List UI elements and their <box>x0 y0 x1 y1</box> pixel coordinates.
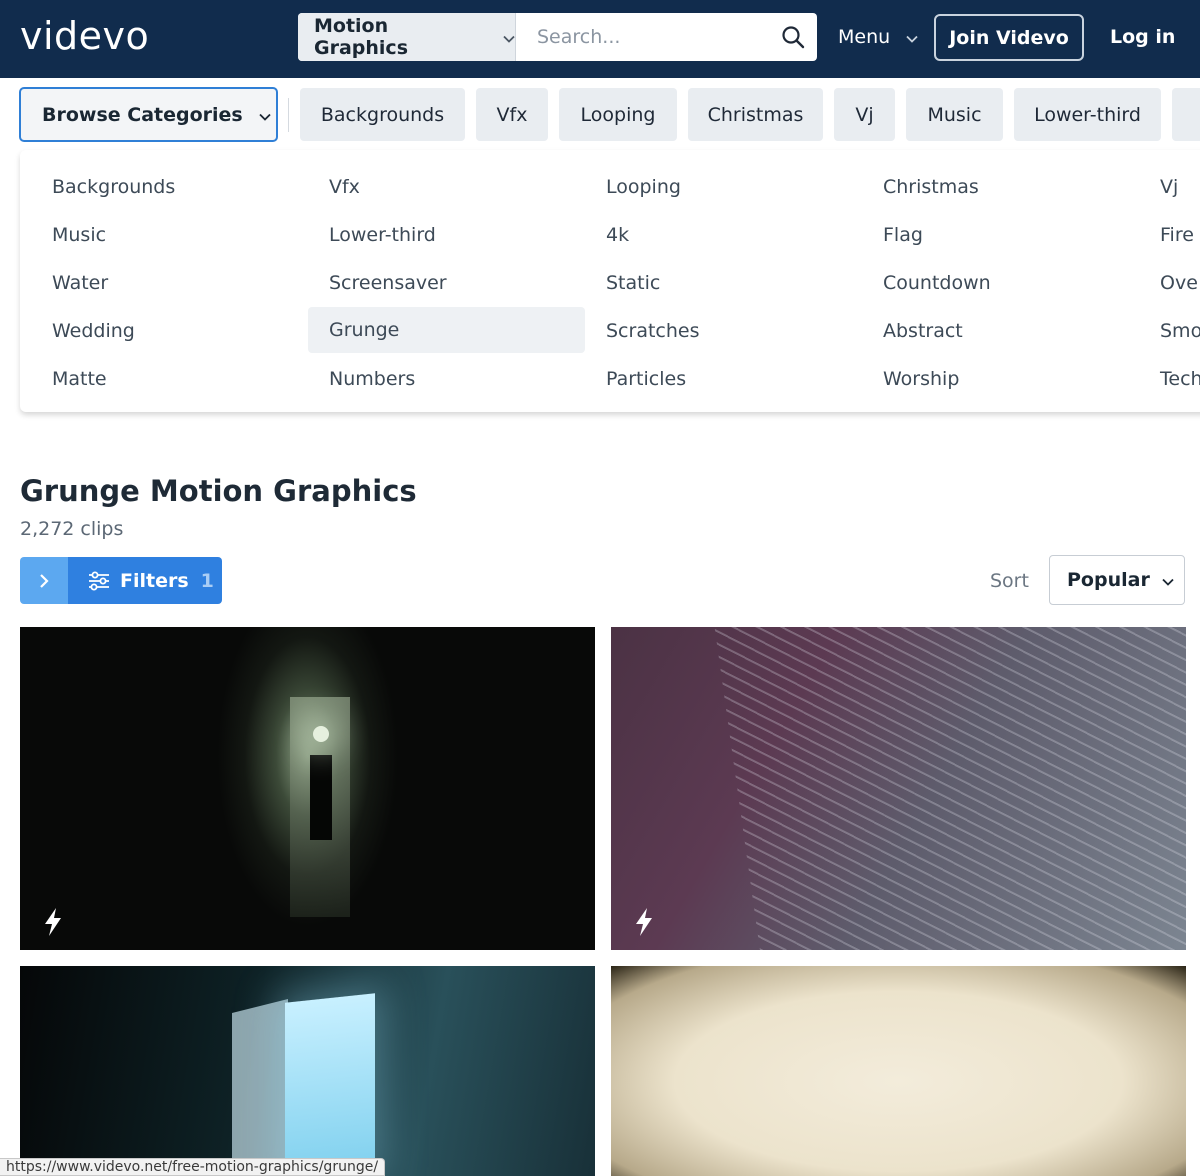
sort-select[interactable]: Popular <box>1049 555 1185 605</box>
category-link[interactable]: Particles <box>585 356 862 402</box>
chevron-down-icon <box>259 104 271 126</box>
category-chip[interactable]: Music <box>906 88 1003 141</box>
category-link[interactable]: 4k <box>585 212 862 258</box>
thumbnail-image <box>714 627 1186 950</box>
category-link[interactable]: Smo <box>1139 308 1200 354</box>
category-link[interactable]: Christmas <box>862 164 1139 210</box>
category-link[interactable]: Matte <box>31 356 297 402</box>
clip-thumbnail[interactable] <box>20 627 595 950</box>
chevron-down-icon <box>1162 569 1174 591</box>
thumbnail-image <box>285 993 375 1176</box>
category-link[interactable]: Ove <box>1139 260 1200 306</box>
thumbnail-image <box>310 755 332 840</box>
chips-divider <box>288 98 289 132</box>
clip-thumbnail[interactable] <box>20 966 595 1176</box>
search-type-label: Motion Graphics <box>314 15 408 59</box>
page-title: Grunge Motion Graphics <box>20 474 417 508</box>
clip-count: 2,272 clips <box>20 518 124 540</box>
chevron-right-icon <box>40 573 49 588</box>
category-link[interactable]: Tech <box>1139 356 1200 402</box>
videvo-logo[interactable]: videvo <box>20 14 149 58</box>
category-chip[interactable]: Backgrounds <box>300 88 465 141</box>
sort-value: Popular <box>1067 569 1150 591</box>
category-link[interactable]: Vj <box>1139 164 1200 210</box>
menu-label: Menu <box>838 26 891 48</box>
lightning-icon <box>45 908 61 936</box>
filters-count-badge: 1 <box>200 569 214 592</box>
sort-label: Sort <box>990 570 1029 592</box>
category-link[interactable]: Screensaver <box>308 260 585 306</box>
search-button[interactable] <box>777 21 809 53</box>
browser-status-url: https://www.videvo.net/free-motion-graph… <box>0 1158 386 1176</box>
filters-button[interactable]: Filters 1 <box>68 557 222 604</box>
lightning-icon <box>636 908 652 936</box>
search-type-select[interactable]: Motion Graphics <box>298 13 516 61</box>
thumbnail-image <box>232 999 288 1176</box>
category-link[interactable]: Lower-third <box>308 212 585 258</box>
category-link[interactable]: Backgrounds <box>31 164 297 210</box>
category-chip[interactable]: Christmas <box>688 88 823 141</box>
category-link[interactable]: Water <box>31 260 297 306</box>
category-link[interactable]: Fire <box>1139 212 1200 258</box>
category-link[interactable]: Scratches <box>585 308 862 354</box>
search-icon <box>782 26 805 49</box>
browse-categories-label: Browse Categories <box>42 103 243 126</box>
join-button[interactable]: Join Videvo <box>934 14 1084 61</box>
category-chip[interactable]: Looping <box>559 88 677 141</box>
browse-categories-button[interactable]: Browse Categories <box>19 87 278 142</box>
sliders-icon <box>89 571 109 590</box>
category-chip[interactable]: Vfx <box>476 88 548 141</box>
category-link[interactable]: Vfx <box>308 164 585 210</box>
category-link[interactable]: Flag <box>862 212 1139 258</box>
category-chip-partial[interactable] <box>1172 88 1200 141</box>
category-link[interactable]: Abstract <box>862 308 1139 354</box>
clip-thumbnail[interactable] <box>611 966 1186 1176</box>
category-link[interactable]: Countdown <box>862 260 1139 306</box>
top-navbar: videvo Motion Graphics Menu Join Videvo … <box>0 0 1200 78</box>
category-link[interactable]: Numbers <box>308 356 585 402</box>
login-link[interactable]: Log in <box>1110 26 1175 48</box>
category-link[interactable]: Worship <box>862 356 1139 402</box>
category-link[interactable]: Static <box>585 260 862 306</box>
page: videvo Motion Graphics Menu Join Videvo … <box>0 0 1200 1176</box>
filter-panel-toggle[interactable] <box>20 557 68 604</box>
clip-thumbnail[interactable] <box>611 627 1186 950</box>
search-bar: Motion Graphics <box>298 13 817 61</box>
category-link[interactable]: Looping <box>585 164 862 210</box>
thumbnail-image <box>313 726 329 742</box>
category-chip[interactable]: Vj <box>834 88 895 141</box>
categories-dropdown: Backgrounds Music Water Wedding Matte Vf… <box>20 150 1200 412</box>
category-link[interactable]: Music <box>31 212 297 258</box>
category-link[interactable]: Wedding <box>31 308 297 354</box>
category-chip[interactable]: Lower-third <box>1014 88 1161 141</box>
menu-dropdown[interactable]: Menu <box>838 26 918 48</box>
category-link-grunge-hovered[interactable]: Grunge <box>308 307 585 353</box>
chevron-down-icon <box>906 26 918 48</box>
chevron-down-icon <box>503 26 515 48</box>
search-input[interactable] <box>517 13 767 61</box>
filters-label: Filters <box>120 569 189 592</box>
